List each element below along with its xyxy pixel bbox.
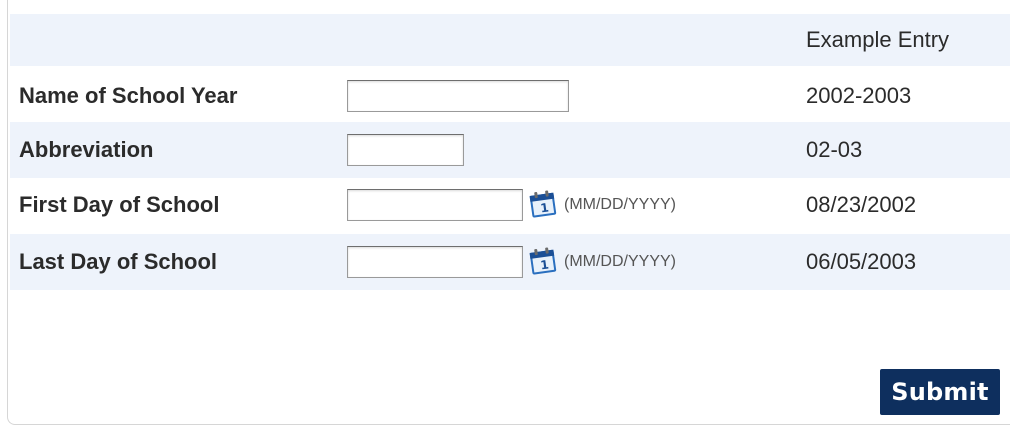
last-day-label: Last Day of School xyxy=(19,249,218,274)
school-year-label: Name of School Year xyxy=(19,83,238,108)
abbreviation-input[interactable] xyxy=(347,134,464,166)
last-day-input[interactable] xyxy=(347,246,523,278)
school-year-input[interactable] xyxy=(347,80,569,112)
last-day-example: 06/05/2003 xyxy=(806,249,917,274)
first-day-format-hint: (MM/DD/YYYY) xyxy=(564,196,676,213)
submit-button[interactable]: Submit xyxy=(880,369,1000,415)
example-entry-heading: Example Entry xyxy=(806,27,950,52)
last-day-format-hint: (MM/DD/YYYY) xyxy=(564,253,676,270)
calendar-icon[interactable]: 1 xyxy=(527,188,559,218)
school-year-example: 2002-2003 xyxy=(806,83,912,108)
calendar-icon[interactable]: 1 xyxy=(527,245,559,275)
header-row: Example Entry xyxy=(10,14,1010,66)
form-row-last-day: Last Day of School 1 (MM/DD/YYYY) 06/05/… xyxy=(10,234,1010,290)
first-day-label: First Day of School xyxy=(19,192,220,217)
first-day-input[interactable] xyxy=(347,189,523,221)
abbreviation-label: Abbreviation xyxy=(19,137,154,162)
abbreviation-example: 02-03 xyxy=(806,137,863,162)
form-row-abbreviation: Abbreviation 02-03 xyxy=(10,122,1010,178)
form-row-school-year: Name of School Year 2002-2003 xyxy=(10,68,1010,124)
form-row-first-day: First Day of School 1 (MM/DD/YYYY) 08/23… xyxy=(10,177,1010,233)
first-day-example: 08/23/2002 xyxy=(806,192,917,217)
